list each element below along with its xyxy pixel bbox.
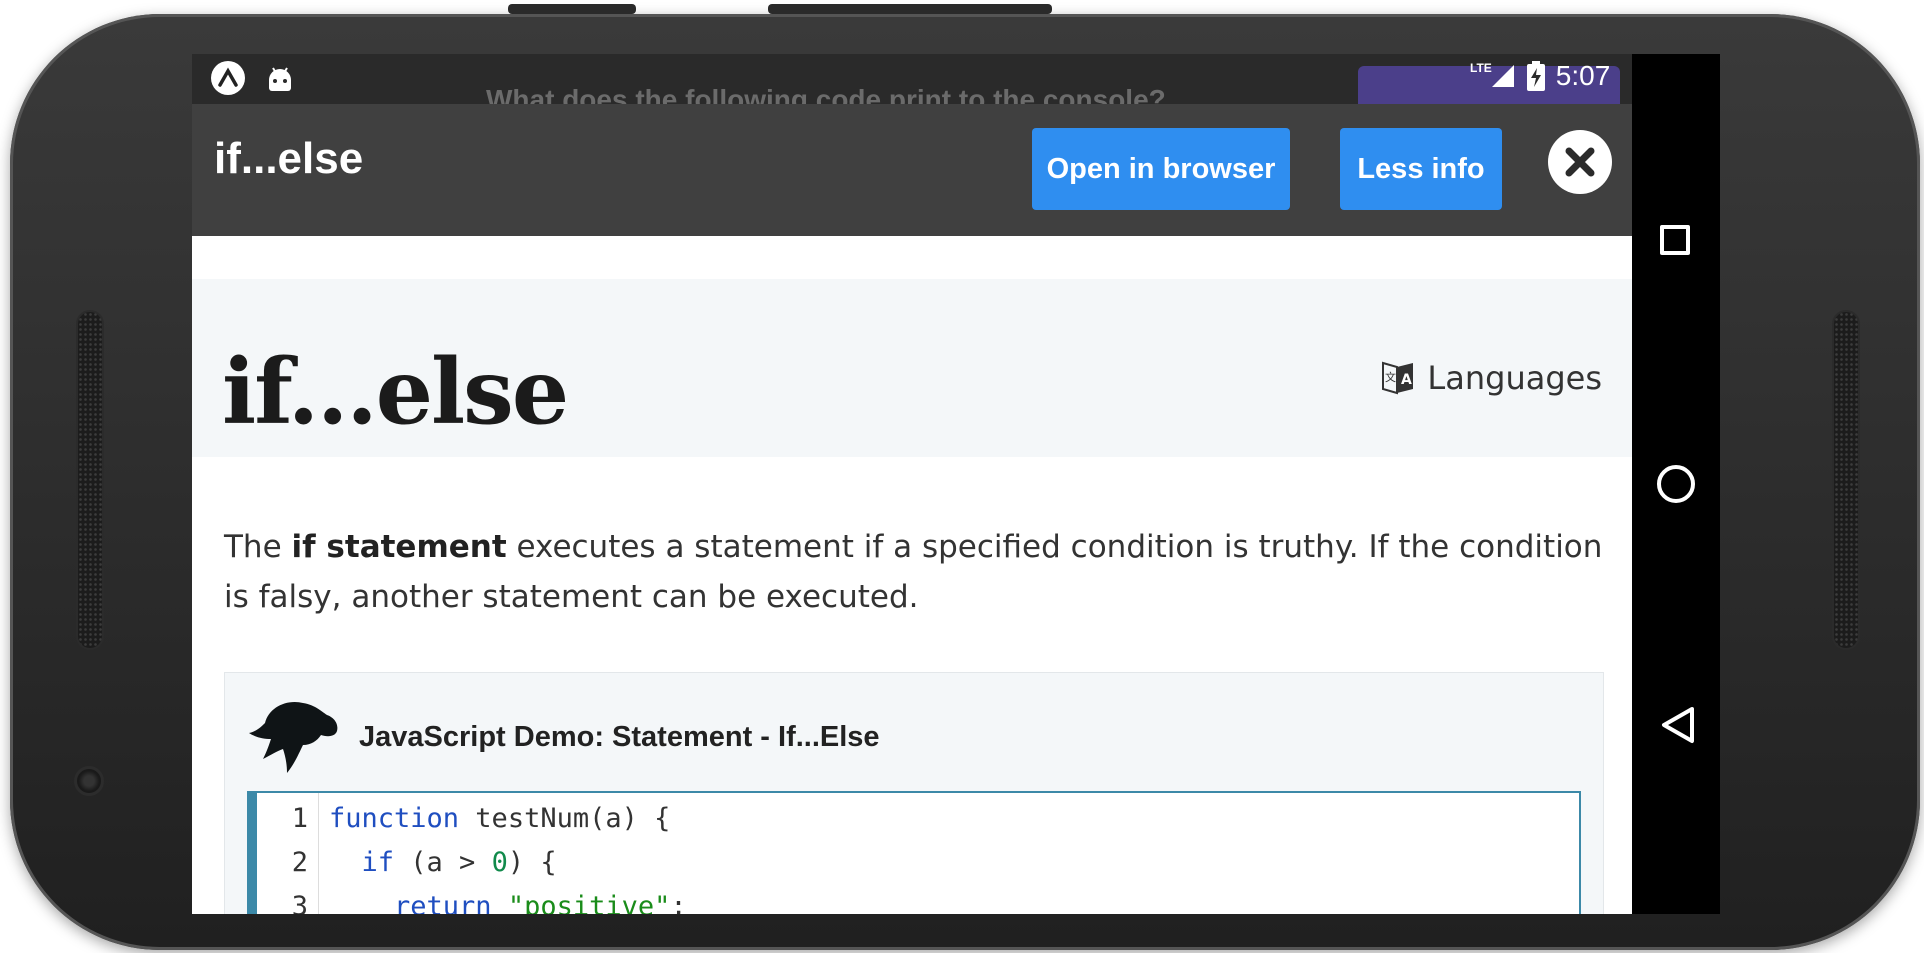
page-title: if...else (222, 339, 569, 445)
less-info-button[interactable]: Less info (1340, 128, 1502, 210)
clock: 5:07 (1555, 60, 1611, 91)
phone-speaker-right (1832, 310, 1860, 650)
intro-text-before: The (224, 529, 292, 565)
background-question-text: What does the following code print to th… (486, 84, 1166, 104)
phone-volume-button (508, 4, 636, 14)
code-text: ) { (507, 847, 557, 878)
svg-text:A: A (1401, 372, 1412, 388)
signal-icon (1491, 65, 1514, 87)
recents-button[interactable] (1660, 225, 1690, 255)
web-content[interactable]: if...else A 文 Languages The if statement… (192, 236, 1632, 914)
intro-bold-term[interactable]: if statement (292, 529, 507, 565)
code-line-3[interactable]: return "positive"; (329, 891, 687, 914)
code-editor[interactable]: 1 2 3 function testNum(a) { if (a > 0) {… (247, 791, 1581, 914)
translate-icon: A 文 (1382, 361, 1414, 395)
line-number: 3 (291, 891, 308, 914)
line-numbers: 1 2 3 (257, 793, 319, 914)
code-keyword: if (361, 847, 395, 878)
title-band: if...else A 文 Languages (192, 279, 1632, 457)
phone-speaker-left (76, 310, 104, 650)
code-keyword: function (329, 803, 460, 834)
demo-title: JavaScript Demo: Statement - If...Else (359, 721, 880, 753)
code-string: "positive" (507, 891, 671, 914)
code-text: ; (670, 891, 687, 914)
dialog-title: if...else (214, 134, 364, 183)
open-in-browser-button[interactable]: Open in browser (1032, 128, 1290, 210)
close-button[interactable] (1548, 130, 1612, 194)
code-keyword: return (394, 891, 492, 914)
interactive-demo: JavaScript Demo: Statement - If...Else 1… (224, 672, 1604, 914)
languages-label: Languages (1427, 359, 1602, 397)
dinosaur-logo-icon (249, 701, 338, 773)
code-number: 0 (491, 847, 508, 878)
line-number: 2 (291, 847, 308, 878)
phone-camera (74, 766, 104, 796)
code-text: testNum(a) { (459, 803, 671, 834)
close-icon (1565, 147, 1595, 177)
languages-link[interactable]: A 文 Languages (1381, 359, 1602, 397)
android-icon (269, 67, 291, 91)
battery-charging-icon (1526, 61, 1545, 91)
network-type: LTE (1470, 61, 1492, 75)
status-right-group: LTE 5:07 (1470, 60, 1610, 92)
home-button[interactable] (1657, 465, 1695, 503)
code-text: (a > (394, 847, 492, 878)
phone-power-button (768, 4, 1052, 14)
back-button[interactable] (1660, 705, 1696, 745)
svg-text:文: 文 (1385, 370, 1396, 384)
line-number: 1 (291, 803, 308, 834)
code-line-1[interactable]: function testNum(a) { (329, 803, 670, 834)
intro-paragraph: The if statement executes a statement if… (224, 522, 1604, 622)
code-line-2[interactable]: if (a > 0) { (329, 847, 557, 878)
app-logo-icon (211, 61, 245, 95)
